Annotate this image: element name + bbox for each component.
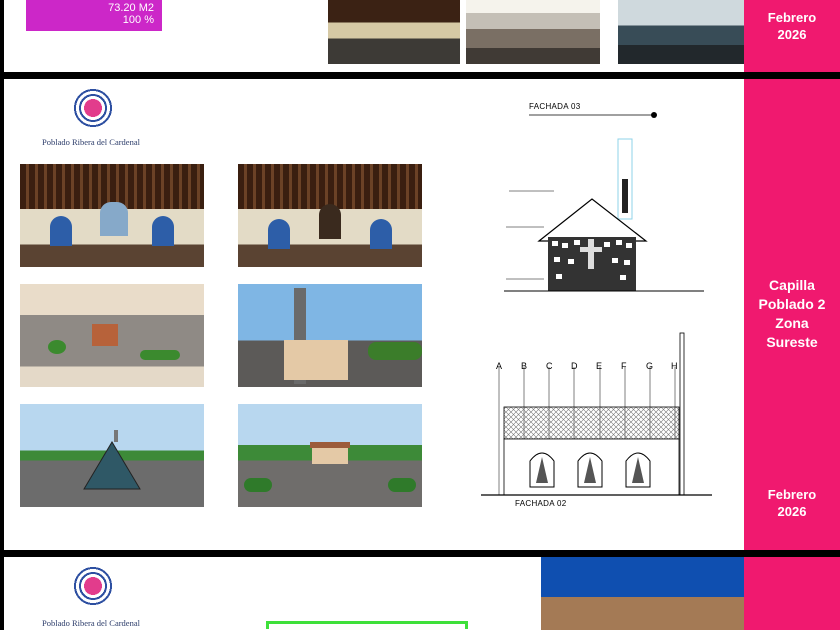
area-summary-box: 73.20 M2 100 % (26, 0, 162, 31)
axis-letter: C (546, 361, 553, 371)
chapel-interior-photo-2 (618, 0, 744, 64)
side-title-line: Capilla (769, 277, 815, 293)
logo-text-bottom: Poblado Ribera del Cardenal (42, 618, 140, 628)
chapel-side-title: Capilla Poblado 2 Zona Sureste (744, 276, 840, 352)
render-interior-altar (20, 164, 204, 267)
chapel-interior-photo-1 (328, 0, 460, 64)
chapel-date-label: Febrero 2026 (767, 487, 817, 519)
chapel-exterior-photo (466, 0, 600, 64)
top-date-band: Febrero 2026 (744, 0, 840, 72)
render-aerial-site (20, 284, 204, 387)
site-outline-plan (266, 621, 468, 629)
fachada-02-title: FACHADA 02 (515, 499, 567, 508)
axis-letter: A (496, 361, 503, 371)
axis-letter: H (671, 361, 678, 371)
render-interior-entrance (238, 164, 422, 267)
area-label: 73.20 M2 (108, 2, 154, 14)
construction-site-photo (541, 557, 744, 630)
axis-letter: E (596, 361, 603, 371)
axis-letter: G (646, 361, 654, 371)
chapel-side-band: Capilla Poblado 2 Zona Sureste Febrero 2026 (744, 79, 840, 550)
side-title-line: Poblado 2 (758, 296, 826, 312)
fachada-03-drawing (504, 112, 704, 292)
fachada-02-drawing (481, 332, 712, 496)
logo-text: Poblado Ribera del Cardenal (42, 137, 140, 147)
axis-letter: D (571, 361, 578, 371)
render-chapel-front-glass (20, 404, 204, 507)
axis-letter-row: A B C D E F G H (496, 361, 706, 373)
percent-label: 100 % (122, 14, 154, 26)
poblado-logo: Poblado Ribera del Cardenal (42, 85, 152, 151)
poblado-logo-bottom: Poblado Ribera del Cardenal (42, 563, 152, 629)
next-slide: Poblado Ribera del Cardenal (4, 557, 744, 630)
rosette-logo-icon (70, 563, 116, 609)
render-bell-tower (238, 284, 422, 387)
bottom-side-band (744, 557, 840, 630)
top-slide: 73.20 M2 100 % (4, 0, 744, 72)
chapel-slide: Poblado Ribera del Cardenal FACHADA 03 A… (4, 79, 744, 550)
axis-letter: B (521, 361, 528, 371)
render-chapel-front-garden (238, 404, 422, 507)
rosette-logo-icon (70, 85, 116, 131)
top-date-label: Febrero 2026 (767, 10, 817, 42)
side-title-line: Zona (775, 315, 809, 331)
side-title-line: Sureste (766, 334, 818, 350)
axis-letter: F (621, 361, 627, 371)
